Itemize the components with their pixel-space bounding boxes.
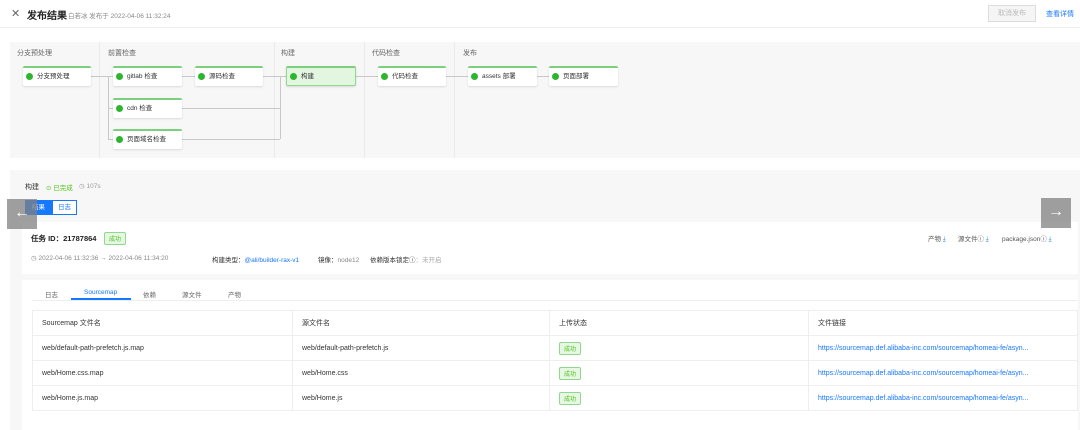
- build-title: 构建: [25, 184, 39, 191]
- tab-artifacts[interactable]: 产物: [228, 289, 241, 299]
- stage-title: 构建: [281, 50, 295, 57]
- tab-log[interactable]: 日志: [52, 200, 77, 215]
- pipeline-node-page[interactable]: 页面部署: [549, 66, 618, 86]
- sourcemap-table: Sourcemap 文件名 源文件名 上传状态 文件链接 web/default-pa…: [32, 310, 1078, 411]
- table-header: Sourcemap 文件名 源文件名 上传状态 文件链接: [32, 310, 1078, 336]
- success-icon: [552, 73, 559, 80]
- duration: ◷ 107s: [79, 183, 101, 190]
- cancel-publish-button[interactable]: 取消发布: [988, 5, 1036, 22]
- status-badge: ⊙ 已完成: [46, 185, 73, 192]
- dependency-lock: 依赖版本锁定ⓘ：未开启: [370, 257, 442, 264]
- file-link[interactable]: https://sourcemap.def.alibaba-inc.com/so…: [818, 345, 1029, 352]
- tab-dependencies[interactable]: 依赖: [143, 289, 156, 299]
- pipeline-node-code[interactable]: 代码检查: [378, 66, 446, 86]
- success-icon: [116, 105, 123, 112]
- view-details-link[interactable]: 查看详情: [1046, 9, 1074, 19]
- download-source[interactable]: 源文件ⓘ ⤓: [958, 233, 989, 244]
- pipeline-node-branch[interactable]: 分支预处理: [23, 66, 91, 86]
- status-badge: 成功: [559, 391, 582, 405]
- success-icon: [381, 73, 388, 80]
- image-info: 镜像：node12: [318, 257, 360, 264]
- next-arrow-icon[interactable]: →: [1041, 198, 1071, 228]
- table-row: web/Home.js.map web/Home.js 成功 https://sour…: [32, 385, 1078, 411]
- tab-source-files[interactable]: 源文件: [182, 289, 202, 299]
- download-icon: ⤓: [984, 236, 989, 243]
- download-package-json[interactable]: package.jsonⓘ ⤓: [1002, 233, 1052, 244]
- success-icon: [198, 73, 205, 80]
- table-row: web/default-path-prefetch.js.map web/defa…: [32, 335, 1078, 361]
- pipeline-node-assets[interactable]: assets 部署: [468, 66, 537, 86]
- pipeline-node-gitlab[interactable]: gitlab 检查: [113, 66, 182, 86]
- pipeline-node-source[interactable]: 源码检查: [195, 66, 263, 86]
- task-id: 任务 ID：21787864: [31, 234, 97, 243]
- pipeline-node-build[interactable]: 构建: [286, 66, 356, 86]
- task-card: [22, 222, 1078, 274]
- stage-title: 代码检查: [372, 50, 400, 57]
- file-link[interactable]: https://sourcemap.def.alibaba-inc.com/so…: [818, 370, 1029, 377]
- stage-title: 分支预处理: [17, 50, 52, 57]
- build-type: 构建类型：@ali/builder-rax-v1: [212, 257, 300, 264]
- success-icon: [116, 136, 123, 143]
- pipeline-node-domain[interactable]: 页面域名检查: [113, 129, 182, 149]
- publish-info: 白若冰 发布于 2022-04-06 11:32:24: [68, 13, 171, 20]
- tab-log[interactable]: 日志: [45, 289, 58, 299]
- table-row: web/Home.css.map web/Home.css 成功 https://so…: [32, 360, 1078, 386]
- page-title: 发布结果: [27, 11, 67, 22]
- success-icon: [116, 73, 123, 80]
- prev-arrow-icon[interactable]: ←: [7, 199, 37, 229]
- stage-title: 发布: [463, 50, 477, 57]
- task-status-badge: 成功: [104, 232, 127, 245]
- task-time: ◷ 2022-04-06 11:32:36 → 2022-04-06 11:34…: [31, 255, 169, 262]
- file-link[interactable]: https://sourcemap.def.alibaba-inc.com/so…: [818, 395, 1029, 402]
- success-icon: [471, 73, 478, 80]
- pipeline-node-cdn[interactable]: cdn 检查: [113, 98, 182, 118]
- stage-title: 前置检查: [108, 50, 136, 57]
- download-icon: ⤓: [1046, 236, 1052, 243]
- close-icon[interactable]: ✕: [11, 7, 20, 20]
- download-artifact[interactable]: 产物 ⤓: [928, 233, 946, 244]
- success-icon: [26, 73, 33, 80]
- status-badge: 成功: [559, 341, 582, 355]
- tab-sourcemap[interactable]: Sourcemap: [84, 289, 117, 296]
- download-icon: ⤓: [941, 236, 946, 243]
- success-icon: [290, 73, 297, 80]
- status-badge: 成功: [559, 366, 582, 380]
